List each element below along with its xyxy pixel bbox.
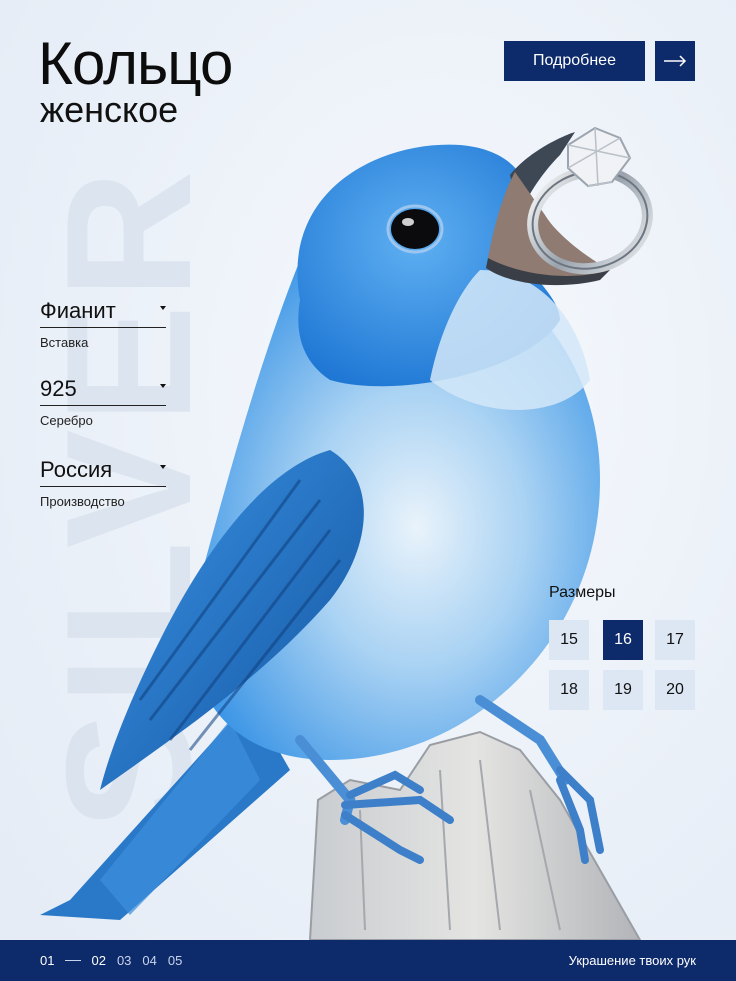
next-arrow-button[interactable] xyxy=(655,41,695,81)
page-3[interactable]: 03 xyxy=(117,953,131,968)
silver-label: Серебро xyxy=(40,413,93,428)
size-option[interactable]: 19 xyxy=(603,670,643,710)
size-option[interactable]: 20 xyxy=(655,670,695,710)
size-option[interactable]: 18 xyxy=(549,670,589,710)
pagination: 01 02 03 04 05 xyxy=(40,953,193,968)
insert-label: Вставка xyxy=(40,335,89,350)
more-details-button[interactable]: Подробнее xyxy=(504,41,645,81)
caret-down-icon xyxy=(160,306,166,310)
silver-value: 925 xyxy=(40,376,77,401)
size-option[interactable]: 16 xyxy=(603,620,643,660)
arrow-right-icon xyxy=(664,55,687,67)
production-label: Производство xyxy=(40,494,125,509)
pagination-dash xyxy=(65,960,82,961)
sizes-title: Размеры xyxy=(549,584,616,601)
page-2[interactable]: 02 xyxy=(91,953,105,968)
page-title: Кольцо xyxy=(38,30,233,97)
production-value: Россия xyxy=(40,457,113,482)
page-1[interactable]: 01 xyxy=(40,953,54,968)
page-subtitle: женское xyxy=(40,89,179,130)
footer-bar: 01 02 03 04 05 Украшение твоих рук xyxy=(0,940,736,981)
insert-value: Фианит xyxy=(40,298,116,323)
insert-selector[interactable]: Фианит Вставка xyxy=(40,298,166,350)
footer-tagline: Украшение твоих рук xyxy=(568,953,696,968)
page-5[interactable]: 05 xyxy=(168,953,182,968)
size-option[interactable]: 15 xyxy=(549,620,589,660)
caret-down-icon xyxy=(160,384,166,388)
production-selector[interactable]: Россия Производство xyxy=(40,457,166,509)
page-4[interactable]: 04 xyxy=(142,953,156,968)
caret-down-icon xyxy=(160,465,166,469)
size-option[interactable]: 17 xyxy=(655,620,695,660)
silver-selector[interactable]: 925 Серебро xyxy=(40,376,166,428)
